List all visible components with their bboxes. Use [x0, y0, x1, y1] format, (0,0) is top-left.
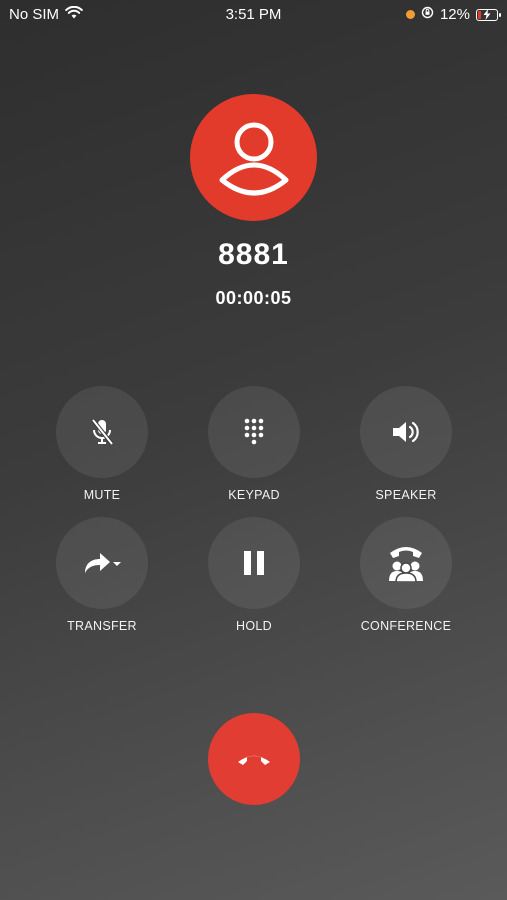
mute-label: MUTE: [83, 488, 121, 502]
person-icon: [219, 122, 288, 195]
transfer-icon: [85, 553, 121, 573]
end-call-button[interactable]: [208, 713, 300, 805]
status-bar: No SIM 3:51 PM 12%: [0, 0, 507, 28]
mute-button[interactable]: MUTE: [42, 386, 162, 502]
speaker-icon: [393, 421, 419, 443]
status-right: 12%: [405, 6, 501, 23]
battery-percent: 12%: [439, 6, 470, 23]
hang-up-icon: [238, 755, 270, 765]
conference-button[interactable]: CONFERENCE: [346, 517, 466, 633]
transfer-label: TRANSFER: [67, 619, 137, 633]
hold-button-circle[interactable]: [208, 517, 300, 609]
keypad-button[interactable]: KEYPAD: [194, 386, 314, 502]
mute-button-circle[interactable]: [56, 386, 148, 478]
battery-charging-icon: [476, 8, 501, 21]
hold-button[interactable]: HOLD: [194, 517, 314, 633]
orange-dot-indicator: [405, 10, 415, 19]
call-duration: 00:00:05: [215, 288, 292, 308]
speaker-button[interactable]: SPEAKER: [346, 386, 466, 502]
caller-avatar: [190, 94, 317, 221]
keypad-label: KEYPAD: [228, 488, 280, 502]
conference-button-circle[interactable]: [360, 517, 452, 609]
pause-icon: [244, 551, 264, 575]
transfer-button-circle[interactable]: [56, 517, 148, 609]
conference-label: CONFERENCE: [360, 619, 452, 633]
conference-icon: [389, 547, 423, 582]
speaker-button-circle[interactable]: [360, 386, 452, 478]
keypad-icon: [244, 418, 264, 445]
orientation-lock-icon: [421, 6, 434, 23]
hold-label: HOLD: [236, 619, 272, 633]
keypad-button-circle[interactable]: [208, 386, 300, 478]
caller-number: 8881: [218, 238, 289, 271]
transfer-button[interactable]: TRANSFER: [42, 517, 162, 633]
mic-off-icon: [91, 418, 114, 446]
speaker-label: SPEAKER: [375, 488, 437, 502]
